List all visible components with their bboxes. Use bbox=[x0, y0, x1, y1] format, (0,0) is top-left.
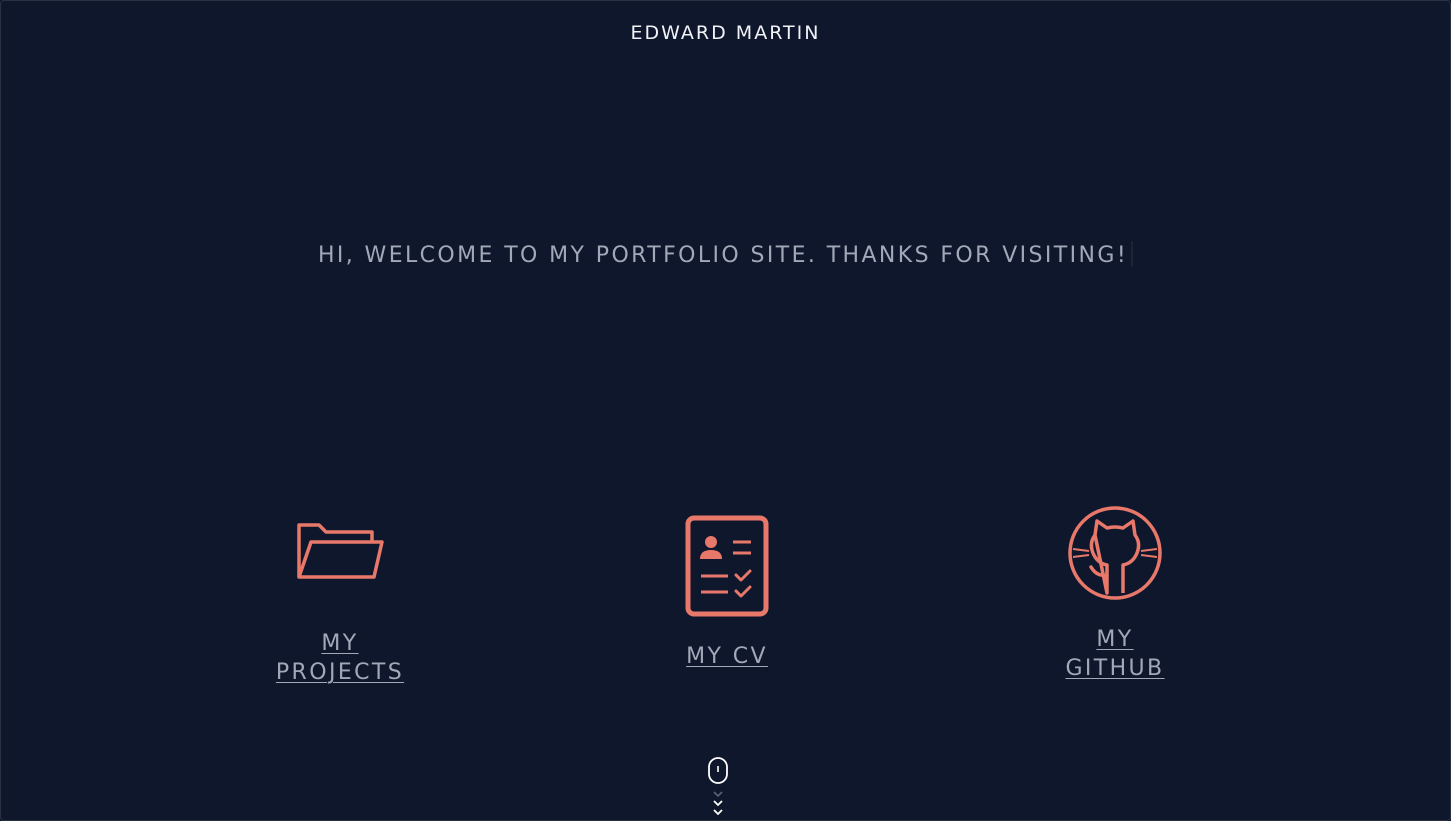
my-projects-label-line1[interactable]: MY bbox=[240, 629, 440, 658]
my-projects-label-line2[interactable]: PROJECTS bbox=[240, 658, 440, 687]
folder-icon bbox=[240, 515, 440, 589]
my-github-label-line1[interactable]: MY bbox=[1015, 625, 1215, 654]
typing-caret bbox=[1131, 241, 1134, 267]
my-cv-link[interactable]: MY CV bbox=[627, 515, 827, 671]
welcome-text: HI, WELCOME TO MY PORTFOLIO SITE. THANKS… bbox=[317, 243, 1129, 268]
scroll-down-indicator[interactable] bbox=[706, 757, 730, 821]
github-icon bbox=[1015, 505, 1215, 605]
my-github-link[interactable]: MY GITHUB bbox=[1015, 505, 1215, 683]
welcome-message: HI, WELCOME TO MY PORTFOLIO SITE. THANKS… bbox=[0, 241, 1451, 268]
my-cv-label[interactable]: MY CV bbox=[627, 642, 827, 671]
my-projects-link[interactable]: MY PROJECTS bbox=[240, 515, 440, 687]
resume-icon bbox=[627, 515, 827, 621]
my-github-label-line2[interactable]: GITHUB bbox=[1015, 654, 1215, 683]
site-title[interactable]: EDWARD MARTIN bbox=[0, 22, 1451, 44]
page-frame bbox=[0, 0, 1451, 821]
mouse-scroll-icon bbox=[708, 757, 728, 816]
